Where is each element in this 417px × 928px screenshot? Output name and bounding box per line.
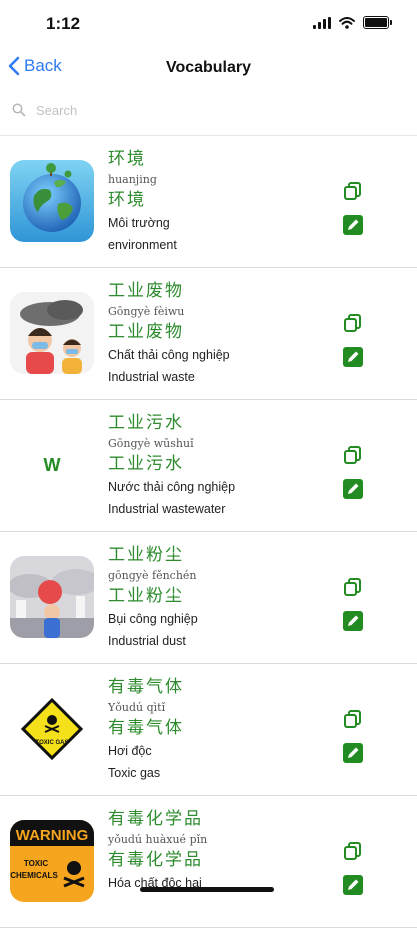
copy-button[interactable]	[342, 708, 364, 730]
toxic-gas-sign-text: TOXIC GAS	[36, 740, 69, 746]
word-texts: 工业废物 Gōngyè fèiwu 工业废物 Chất thải công ng…	[108, 280, 230, 388]
pinyin-text: Yǒudú qìtǐ	[108, 701, 166, 714]
edit-button[interactable]	[342, 346, 364, 368]
item-actions	[342, 576, 364, 632]
list-item[interactable]: 工业粉尘 gōngyè fěnchén 工业粉尘 Bụi công nghiệp…	[0, 532, 417, 664]
hanzi-text: 工业污水	[108, 413, 184, 433]
copy-button[interactable]	[342, 180, 364, 202]
hanzi-large-text: 工业废物	[108, 322, 184, 342]
list-item[interactable]: TOXIC GAS 有毒气体 Yǒudú qìtǐ 有毒气体 Hơi độc T…	[0, 664, 417, 796]
english-text: Industrial waste	[108, 370, 195, 384]
vietnamese-text: Hơi độc	[108, 744, 152, 758]
vietnamese-text: Nước thải công nghiệp	[108, 480, 236, 494]
edit-button[interactable]	[342, 874, 364, 896]
copy-icon	[344, 446, 361, 464]
vietnamese-text: Môi trường	[108, 216, 170, 230]
warning-sign-text: WARNING	[16, 827, 89, 844]
copy-icon	[344, 314, 361, 332]
warning-toxic-chemicals-image: WARNING TOXIC CHEMICALS	[10, 820, 94, 902]
earth-globe-image	[10, 160, 94, 242]
pencil-square-icon	[343, 611, 363, 631]
hanzi-text: 工业废物	[108, 281, 184, 301]
word-texts: 工业污水 Gōngyè wūshuǐ 工业污水 Nước thải công n…	[108, 412, 235, 520]
item-actions	[342, 180, 364, 236]
word-texts: 工业粉尘 gōngyè fěnchén 工业粉尘 Bụi công nghiệp…	[108, 544, 198, 652]
english-text: Industrial dust	[108, 634, 186, 648]
toxic-gas-sign-image: TOXIC GAS	[10, 688, 94, 770]
wifi-icon	[339, 16, 355, 29]
english-text: Industrial wastewater	[108, 502, 226, 516]
status-time: 1:12	[46, 14, 81, 33]
item-actions	[342, 444, 364, 500]
copy-button[interactable]	[342, 840, 364, 862]
chemicals-sign-text: CHEMICALS	[10, 871, 58, 880]
copy-button[interactable]	[342, 312, 364, 334]
factory-dust-image	[10, 556, 94, 638]
hanzi-text: 有毒气体	[108, 677, 184, 697]
hanzi-large-text: 环境	[108, 190, 146, 210]
copy-icon	[344, 842, 361, 860]
status-icons	[313, 16, 392, 29]
edit-button[interactable]	[342, 478, 364, 500]
pencil-square-icon	[343, 347, 363, 367]
navigation-bar: Back Vocabulary	[0, 48, 417, 90]
hanzi-text: 工业粉尘	[108, 545, 184, 565]
page-title: Vocabulary	[165, 59, 252, 76]
list-item[interactable]: WARNING TOXIC CHEMICALS 有毒化学品 yǒudú huàx…	[0, 796, 417, 928]
hanzi-text: 有毒化学品	[108, 809, 203, 829]
hanzi-large-text: 工业污水	[108, 454, 184, 474]
list-item[interactable]: 环境 huanjing 环境 Môi trường environment	[0, 135, 417, 268]
vietnamese-text: Chất thải công nghiệp	[108, 348, 230, 362]
list-item[interactable]: W 工业污水 Gōngyè wūshuǐ 工业污水 Nước thải công…	[0, 400, 417, 532]
pencil-square-icon	[343, 743, 363, 763]
pinyin-text: yǒudú huàxué pǐn	[108, 833, 208, 846]
pencil-square-icon	[343, 215, 363, 235]
pinyin-text: gōngyè fěnchén	[108, 569, 197, 582]
copy-button[interactable]	[342, 576, 364, 598]
search-icon	[12, 103, 26, 117]
pinyin-text: Gōngyè wūshuǐ	[108, 437, 194, 450]
word-texts: 有毒化学品 yǒudú huàxué pǐn 有毒化学品 Hóa chất độ…	[108, 808, 207, 894]
signal-icon	[313, 16, 331, 29]
vietnamese-text: Bụi công nghiệp	[108, 612, 198, 626]
copy-icon	[344, 710, 361, 728]
search-input[interactable]	[34, 101, 338, 119]
english-text: Toxic gas	[108, 766, 161, 780]
battery-icon	[363, 16, 392, 29]
item-actions	[342, 840, 364, 896]
copy-icon	[344, 578, 361, 596]
pinyin-text: huanjing	[108, 173, 157, 186]
pencil-square-icon	[343, 479, 363, 499]
edit-button[interactable]	[342, 742, 364, 764]
placeholder-letter: W	[43, 454, 61, 475]
pinyin-text: Gōngyè fèiwu	[108, 305, 185, 318]
english-text: environment	[108, 238, 177, 252]
edit-button[interactable]	[342, 214, 364, 236]
vocabulary-list: 环境 huanjing 环境 Môi trường environment 工业…	[0, 135, 417, 928]
letter-placeholder-image: W	[10, 424, 94, 506]
hanzi-text: 环境	[108, 149, 146, 169]
home-indicator	[140, 887, 274, 892]
list-item[interactable]: 工业废物 Gōngyè fèiwu 工业废物 Chất thải công ng…	[0, 268, 417, 400]
hanzi-large-text: 工业粉尘	[108, 586, 184, 606]
pencil-square-icon	[343, 875, 363, 895]
word-texts: 环境 huanjing 环境 Môi trường environment	[108, 148, 177, 256]
smog-kids-image	[10, 292, 94, 374]
item-actions	[342, 312, 364, 368]
hanzi-large-text: 有毒气体	[108, 718, 184, 738]
word-texts: 有毒气体 Yǒudú qìtǐ 有毒气体 Hơi độc Toxic gas	[108, 676, 184, 784]
copy-button[interactable]	[342, 444, 364, 466]
toxic-sign-text: TOXIC	[24, 859, 49, 868]
copy-icon	[344, 182, 361, 200]
search-bar[interactable]	[0, 92, 417, 128]
status-bar: 1:12	[0, 0, 417, 48]
edit-button[interactable]	[342, 610, 364, 632]
item-actions	[342, 708, 364, 764]
hanzi-large-text: 有毒化学品	[108, 850, 203, 870]
